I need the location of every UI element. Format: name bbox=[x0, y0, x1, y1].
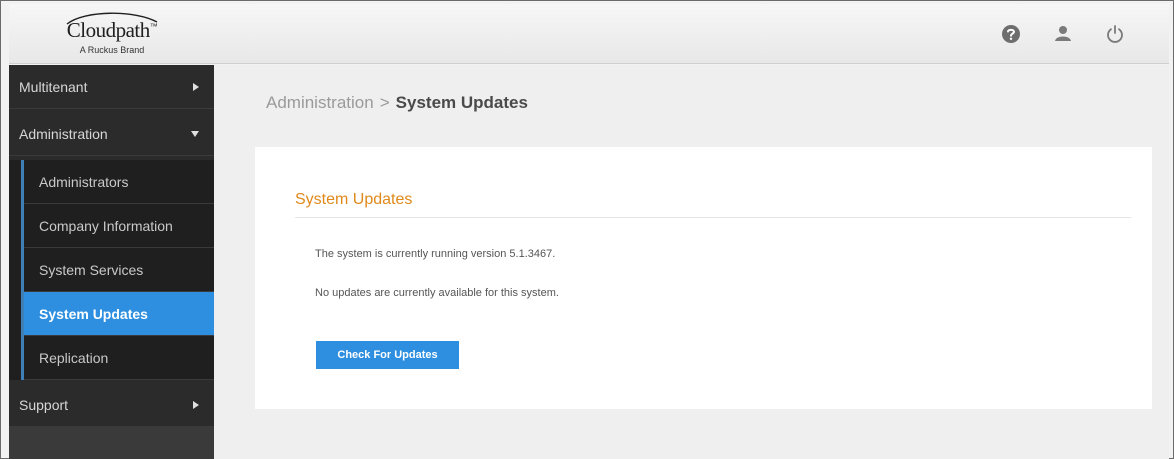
sidebar-item-label: System Services bbox=[39, 261, 144, 278]
sidebar-item-system-updates[interactable]: System Updates bbox=[24, 292, 214, 336]
chevron-down-icon bbox=[191, 130, 199, 137]
breadcrumb-separator: > bbox=[379, 93, 390, 112]
breadcrumb: Administration > System Updates bbox=[266, 93, 528, 113]
card-title: System Updates bbox=[295, 191, 413, 208]
logo-wordmark: Cloudpath™ bbox=[66, 18, 158, 42]
administration-submenu: Administrators Company Information Syste… bbox=[9, 160, 214, 380]
logo-subtitle: A Ruckus Brand bbox=[79, 45, 145, 55]
sidebar-item-multitenant[interactable]: Multitenant bbox=[9, 65, 214, 109]
sidebar-item-administration[interactable]: Administration bbox=[9, 112, 214, 156]
sidebar-item-label: Multitenant bbox=[19, 78, 88, 95]
sidebar-item-label: Replication bbox=[39, 349, 109, 366]
update-status-text: No updates are currently available for t… bbox=[315, 287, 559, 299]
chevron-right-icon bbox=[193, 400, 199, 409]
power-icon[interactable] bbox=[1101, 20, 1129, 48]
breadcrumb-current: System Updates bbox=[395, 93, 528, 112]
sidebar-footer bbox=[9, 427, 214, 459]
sidebar-item-label: Company Information bbox=[39, 217, 173, 234]
system-updates-card: System Updates The system is currently r… bbox=[255, 147, 1152, 409]
check-for-updates-button[interactable]: Check For Updates bbox=[316, 341, 459, 369]
sidebar-item-label: Support bbox=[19, 396, 69, 413]
version-text: The system is currently running version … bbox=[315, 248, 556, 260]
help-icon[interactable] bbox=[997, 20, 1025, 48]
sidebar: Multitenant Administration Administrator… bbox=[9, 65, 214, 459]
app-window: Cloudpath™ A Ruckus Brand Multitenant Ad… bbox=[0, 0, 1174, 459]
sidebar-item-label: Administration bbox=[19, 125, 108, 142]
sidebar-item-label: Administrators bbox=[39, 173, 129, 190]
sidebar-item-company-information[interactable]: Company Information bbox=[24, 204, 214, 248]
sidebar-item-administrators[interactable]: Administrators bbox=[24, 160, 214, 204]
chevron-right-icon bbox=[193, 82, 199, 91]
main-content: Administration > System Updates System Upd… bbox=[214, 65, 1169, 459]
breadcrumb-parent[interactable]: Administration bbox=[266, 93, 374, 112]
sidebar-item-system-services[interactable]: System Services bbox=[24, 248, 214, 292]
top-header: Cloudpath™ A Ruckus Brand bbox=[9, 4, 1169, 64]
sidebar-item-replication[interactable]: Replication bbox=[24, 336, 214, 380]
card-divider bbox=[295, 217, 1131, 218]
sidebar-item-label: System Updates bbox=[39, 305, 148, 322]
cloudpath-logo[interactable]: Cloudpath™ A Ruckus Brand bbox=[57, 12, 167, 58]
user-icon[interactable] bbox=[1049, 20, 1077, 48]
sidebar-item-support[interactable]: Support bbox=[9, 383, 214, 427]
